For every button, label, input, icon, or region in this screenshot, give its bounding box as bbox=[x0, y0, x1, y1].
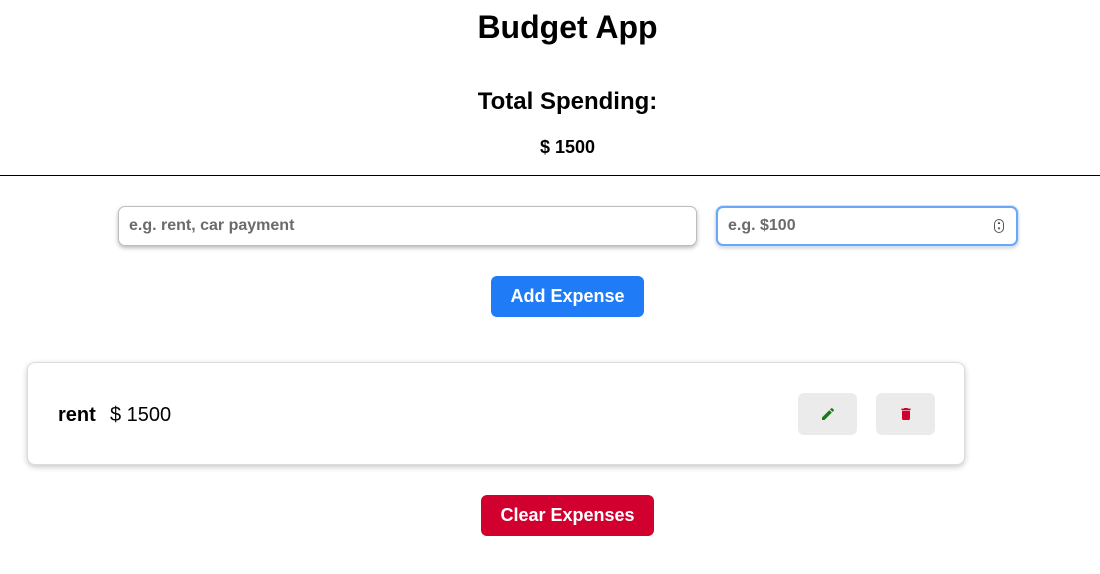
pencil-icon bbox=[821, 407, 834, 420]
number-spinner-icon[interactable]: ▴ ▾ bbox=[994, 219, 1004, 233]
expense-amount-input[interactable] bbox=[716, 206, 1018, 246]
expense-name-input[interactable] bbox=[118, 206, 697, 246]
divider bbox=[0, 175, 1100, 176]
total-spending-heading: Total Spending: bbox=[477, 88, 658, 115]
expense-amount-field[interactable]: ▴▾ bbox=[716, 206, 1018, 246]
expense-item: rent $ 1500 bbox=[27, 362, 965, 465]
total-spending-value: $ 1500 bbox=[0, 136, 1100, 158]
expense-name: rent bbox=[58, 404, 96, 426]
total-currency: $ bbox=[539, 137, 550, 157]
edit-expense-button[interactable] bbox=[798, 393, 857, 435]
total-amount: 1500 bbox=[554, 137, 596, 157]
expense-amount: $ 1500 bbox=[110, 404, 172, 426]
app-title: Budget App bbox=[477, 9, 658, 45]
delete-expense-button[interactable] bbox=[876, 393, 935, 435]
trash-icon bbox=[900, 408, 911, 420]
add-expense-button[interactable]: Add Expense bbox=[491, 276, 644, 317]
clear-expenses-button[interactable]: Clear Expenses bbox=[481, 495, 654, 536]
